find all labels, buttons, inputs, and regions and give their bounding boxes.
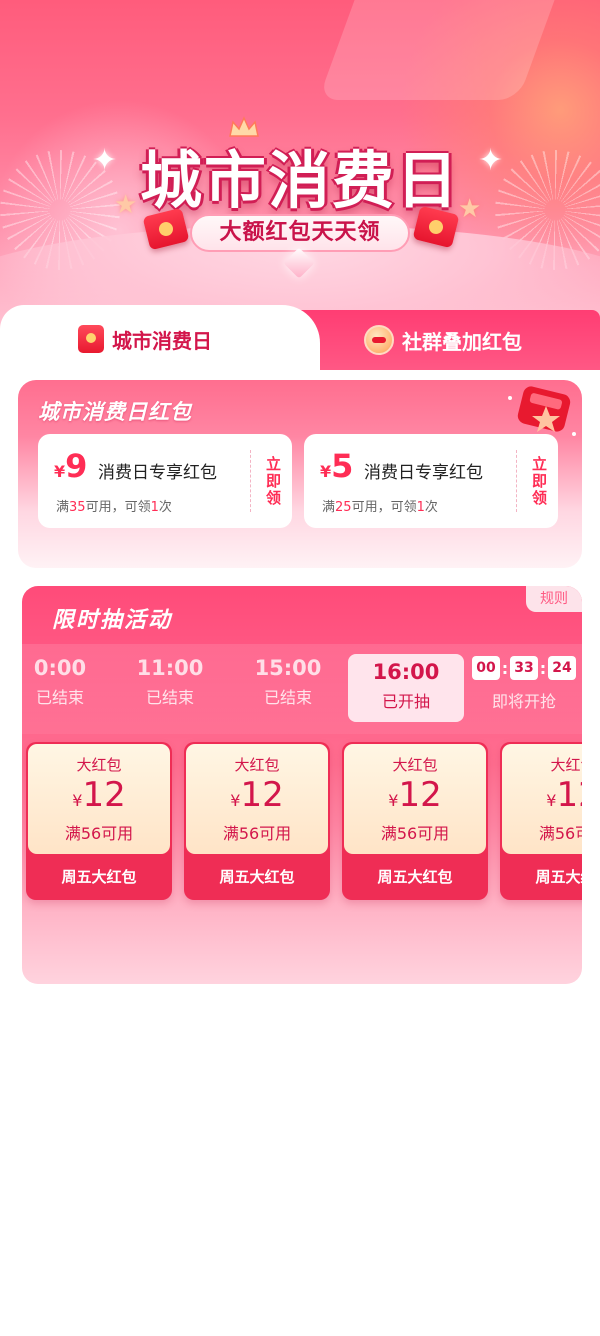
currency-symbol: ¥: [54, 462, 66, 481]
prize-label: 大红包: [392, 756, 438, 774]
coupon-card[interactable]: ¥5 消费日专享红包 满25可用，可领1次 立即领: [304, 434, 558, 528]
slot-status: 即将开抢: [491, 692, 556, 711]
prize-condition: 满56可用: [222, 824, 292, 843]
group-chat-icon: [364, 325, 394, 355]
coupon-amount: ¥5: [320, 450, 353, 482]
hero-title: 城市消费日: [139, 144, 460, 217]
prize-label: 大红包: [550, 756, 582, 774]
section-title: 限时抽活动: [52, 608, 173, 633]
currency-symbol: ¥: [230, 791, 241, 810]
countdown-seconds: 24: [548, 656, 576, 680]
hero-subtitle: 大额红包天天领: [190, 214, 410, 252]
prize-amount: ¥12: [186, 776, 328, 814]
prize-face: 大红包 ¥12 满56可用: [28, 744, 170, 854]
slot-time: 15:00: [254, 656, 322, 680]
cond-text: 次: [158, 500, 172, 515]
cond-text: 满: [322, 500, 336, 515]
prize-card[interactable]: 大红包 ¥12 满56可用 周五大红包: [184, 742, 330, 900]
currency-symbol: ¥: [320, 462, 332, 481]
currency-symbol: ¥: [546, 791, 557, 810]
amount-value: 12: [556, 775, 582, 815]
star-icon: ★: [458, 194, 482, 224]
prize-card[interactable]: 大红包 ¥12 满56可用 周五大红包: [26, 742, 172, 900]
timed-lottery-card: 限时抽活动 规则 0:00 已结束 11:00 已结束 15:00 已结束 16…: [22, 586, 582, 984]
coupon-name: 消费日专享红包: [98, 463, 217, 483]
prize-amount: ¥12: [344, 776, 486, 814]
prize-tag: 周五大红包: [377, 868, 453, 886]
prize-tag: 周五大红包: [61, 868, 137, 886]
prize-condition: 满56可用: [380, 824, 450, 843]
tab-group-stack[interactable]: 社群叠加红包: [300, 310, 600, 375]
prize-label: 大红包: [234, 756, 280, 774]
amount-value: 12: [398, 775, 442, 815]
amount-value: 5: [331, 447, 354, 485]
cond-min: 35: [69, 500, 86, 515]
slot-status: 已开抽: [381, 692, 430, 711]
coupon-condition: 满25可用，可领1次: [322, 496, 438, 515]
prize-face: 大红包 ¥12 满56可用: [186, 744, 328, 854]
coupon-card[interactable]: ¥9 消费日专享红包 满35可用，可领1次 立即领: [38, 434, 292, 528]
hero-glow: [318, 0, 562, 100]
cond-times: 1: [416, 500, 425, 515]
coupon-amount: ¥9: [54, 450, 87, 482]
tab-label: 社群叠加红包: [402, 329, 522, 354]
slot-time: 0:00: [33, 656, 87, 680]
amount-value: 12: [82, 775, 126, 815]
prize-face: 大红包 ¥12 满56可用: [502, 744, 582, 854]
coupon-divider: [250, 450, 251, 512]
coupon-divider: [516, 450, 517, 512]
cond-text: 次: [424, 500, 438, 515]
slot-time: 16:00: [372, 660, 440, 684]
cond-text: 可用，可领: [351, 500, 417, 515]
prize-condition: 满56可用: [64, 824, 134, 843]
cond-text: 满: [56, 500, 70, 515]
city-redpacket-card: 城市消费日红包 ¥9 消费日专享红包 满35可用，可领1次 立即领 ¥5 消费日…: [18, 380, 582, 568]
prize-face: 大红包 ¥12 满56可用: [344, 744, 486, 854]
prize-condition: 满56可用: [538, 824, 582, 843]
time-slot-active[interactable]: 16:00 已开抽: [348, 654, 464, 722]
cond-text: 可用，可领: [85, 500, 151, 515]
hero-banner: ✦ ✦ 城市消费日 ★ ★ 大额红包天天领: [0, 0, 600, 330]
slot-status: 已结束: [35, 688, 84, 707]
star-icon: ★: [114, 190, 138, 220]
rules-button[interactable]: 规则: [526, 586, 582, 612]
prize-card[interactable]: 大红包 ¥12 满56可用 周五大红包: [500, 742, 582, 900]
prize-tag: 周五大红包: [219, 868, 295, 886]
time-slot[interactable]: 0:00 已结束: [22, 656, 118, 720]
claim-now-button[interactable]: 立即领: [524, 450, 548, 512]
amount-value: 12: [240, 775, 284, 815]
time-slot[interactable]: 11:00 已结束: [112, 656, 228, 720]
coupon-condition: 满35可用，可领1次: [56, 496, 172, 515]
countdown-minutes: 33: [510, 656, 538, 680]
tab-city-day[interactable]: 城市消费日: [0, 305, 320, 375]
amount-value: 9: [65, 447, 88, 485]
prize-amount: ¥12: [502, 776, 582, 814]
claim-now-button[interactable]: 立即领: [258, 450, 282, 512]
prize-card[interactable]: 大红包 ¥12 满56可用 周五大红包: [342, 742, 488, 900]
red-packet-icon: [78, 325, 104, 353]
prize-label: 大红包: [76, 756, 122, 774]
countdown-timer: 00 : 33 : 24: [466, 656, 582, 680]
tab-bar: 社群叠加红包 城市消费日: [0, 305, 600, 375]
cond-min: 25: [335, 500, 352, 515]
time-slot[interactable]: 15:00 已结束: [230, 656, 346, 720]
section-title: 城市消费日红包: [38, 400, 192, 424]
prize-tag: 周五大红包: [535, 868, 582, 886]
coupon-name: 消费日专享红包: [364, 463, 483, 483]
slot-time: 11:00: [136, 656, 204, 680]
time-slot-bar: 0:00 已结束 11:00 已结束 15:00 已结束 16:00 已开抽 0…: [22, 644, 582, 734]
currency-symbol: ¥: [72, 791, 83, 810]
countdown-separator: :: [539, 658, 547, 678]
countdown-hours: 00: [472, 656, 500, 680]
slot-status: 已结束: [263, 688, 312, 707]
cond-times: 1: [150, 500, 159, 515]
time-slot-upcoming[interactable]: 00 : 33 : 24 即将开抢: [466, 656, 582, 720]
currency-symbol: ¥: [388, 791, 399, 810]
countdown-separator: :: [501, 658, 509, 678]
slot-status: 已结束: [145, 688, 194, 707]
tab-label: 城市消费日: [112, 328, 212, 353]
prize-amount: ¥12: [28, 776, 170, 814]
